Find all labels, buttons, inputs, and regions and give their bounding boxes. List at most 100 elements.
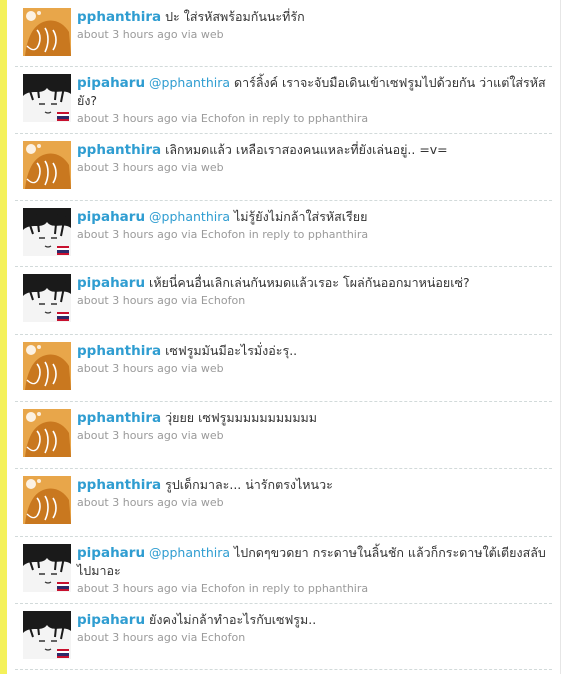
user-avatar[interactable] bbox=[23, 8, 71, 56]
orange-character-avatar-icon bbox=[23, 8, 71, 56]
tweet-text: ดาร์ลิ้งค์ เราจะจับมือเดินเข้าเซฟรูมไปด้… bbox=[77, 75, 546, 108]
tweet-text: ยังคงไม่กล้าทำอะไรกับเซฟรูม.. bbox=[149, 612, 317, 627]
tweet-item: pipaharu เห้ยนี่คนอื่นเลิกเล่นกันหมดแล้ว… bbox=[15, 266, 552, 335]
tweet-meta: about 3 hours ago via web bbox=[77, 495, 547, 511]
tweet-text-line: pphanthira เซฟรูมมันมีอะไรมั่งอ่ะรุ.. bbox=[77, 342, 547, 360]
tweet-text-line: pipaharu เห้ยนี่คนอื่นเลิกเล่นกันหมดแล้ว… bbox=[77, 274, 547, 292]
tweet-text-line: pipaharu @pphanthira ไปกดๆขวดยา กระดาษใน… bbox=[77, 544, 547, 580]
user-avatar[interactable] bbox=[23, 274, 71, 322]
tweet-meta: about 3 hours ago via web bbox=[77, 27, 547, 43]
tweet-text: รูปเด็กมาละ... น่ารักตรงไหนวะ bbox=[165, 477, 333, 492]
timestamp-link[interactable]: about 3 hours ago bbox=[77, 112, 178, 125]
orange-character-avatar-icon bbox=[23, 409, 71, 457]
timestamp-link[interactable]: about 3 hours ago bbox=[77, 496, 178, 509]
via-label: via bbox=[181, 582, 198, 595]
timestamp-link[interactable]: about 3 hours ago bbox=[77, 631, 178, 644]
screen-name-link[interactable]: pipaharu bbox=[77, 209, 145, 225]
orange-character-avatar-icon bbox=[23, 476, 71, 524]
source-link[interactable]: Echofon bbox=[201, 582, 245, 595]
sketch-face-avatar-icon bbox=[23, 74, 71, 122]
screen-name-link[interactable]: pipaharu bbox=[77, 275, 145, 291]
user-avatar[interactable] bbox=[23, 544, 71, 592]
tweet-text: วุ่ยยย เซฟรูมมมมมมมมมมม bbox=[165, 410, 318, 425]
sketch-face-avatar-icon bbox=[23, 208, 71, 256]
screen-name-link[interactable]: pphanthira bbox=[77, 410, 161, 426]
tweet-content: pphanthira วุ่ยยย เซฟรูมมมมมมมมมมม about… bbox=[77, 409, 547, 444]
tweet-content: pipaharu ยังคงไม่กล้าทำอะไรกับเซฟรูม.. a… bbox=[77, 611, 547, 646]
via-label: via bbox=[181, 429, 198, 442]
user-avatar[interactable] bbox=[23, 208, 71, 256]
source-link[interactable]: web bbox=[201, 496, 224, 509]
sketch-face-avatar-icon bbox=[23, 274, 71, 322]
screen-name-link[interactable]: pphanthira bbox=[77, 142, 161, 158]
screen-name-link[interactable]: pphanthira bbox=[77, 477, 161, 493]
timestamp-link[interactable]: about 3 hours ago bbox=[77, 228, 178, 241]
screen-name-link[interactable]: pipaharu bbox=[77, 545, 145, 561]
tweet-text: ไปกดๆขวดยา กระดาษในลิ้นชัก แล้วก็กระดาษใ… bbox=[77, 545, 546, 578]
via-label: via bbox=[181, 228, 198, 241]
screen-name-link[interactable]: pphanthira bbox=[77, 343, 161, 359]
in-reply-to-link[interactable]: pphanthira bbox=[308, 112, 368, 125]
source-link[interactable]: web bbox=[201, 362, 224, 375]
timestamp-link[interactable]: about 3 hours ago bbox=[77, 161, 178, 174]
tweet-item: pphanthira ปะ ใส่รหัสพร้อมกันนะที่รัก ab… bbox=[15, 0, 552, 67]
tweet-item: pphanthira เซฟรูมมันมีอะไรมั่งอ่ะรุ.. ab… bbox=[15, 334, 552, 402]
tweet-content: pphanthira รูปเด็กมาละ... น่ารักตรงไหนวะ… bbox=[77, 476, 547, 511]
timestamp-link[interactable]: about 3 hours ago bbox=[77, 582, 178, 595]
tweet-item: pipaharu @pphanthira ดาร์ลิ้งค์ เราจะจับ… bbox=[15, 66, 552, 134]
tweet-text-line: pphanthira ปะ ใส่รหัสพร้อมกันนะที่รัก bbox=[77, 8, 547, 26]
source-link[interactable]: web bbox=[201, 161, 224, 174]
user-avatar[interactable] bbox=[23, 476, 71, 524]
tweet-text: เลิกหมดแล้ว เหลือเราสองคนแหละที่ยังเล่นอ… bbox=[165, 142, 448, 157]
in-reply-to-link[interactable]: pphanthira bbox=[308, 582, 368, 595]
screen-name-link[interactable]: pipaharu bbox=[77, 75, 145, 91]
timestamp-link[interactable]: about 3 hours ago bbox=[77, 362, 178, 375]
page-side-accent bbox=[0, 0, 7, 674]
tweet-text-line: pphanthira รูปเด็กมาละ... น่ารักตรงไหนวะ bbox=[77, 476, 547, 494]
via-label: via bbox=[181, 362, 198, 375]
tweet-item: pphanthira รูปเด็กมาละ... น่ารักตรงไหนวะ… bbox=[15, 468, 552, 537]
tweet-item: pipaharu @pphanthira ไม่รู้ยังไม่กล้าใส่… bbox=[15, 200, 552, 267]
tweet-meta: about 3 hours ago via web bbox=[77, 361, 547, 377]
user-avatar[interactable] bbox=[23, 141, 71, 189]
user-avatar[interactable] bbox=[23, 342, 71, 390]
source-link[interactable]: Echofon bbox=[201, 294, 245, 307]
source-link[interactable]: Echofon bbox=[201, 631, 245, 644]
mention-link[interactable]: @pphanthira bbox=[149, 545, 230, 560]
screen-name-link[interactable]: pipaharu bbox=[77, 612, 145, 628]
tweet-text-line: pipaharu @pphanthira ดาร์ลิ้งค์ เราจะจับ… bbox=[77, 74, 547, 110]
user-avatar[interactable] bbox=[23, 409, 71, 457]
timestamp-link[interactable]: about 3 hours ago bbox=[77, 429, 178, 442]
user-avatar[interactable] bbox=[23, 611, 71, 659]
via-label: via bbox=[181, 294, 198, 307]
source-link[interactable]: Echofon bbox=[201, 112, 245, 125]
tweet-meta: about 3 hours ago via Echofon in reply t… bbox=[77, 227, 547, 243]
source-link[interactable]: web bbox=[201, 28, 224, 41]
tweet-text: ปะ ใส่รหัสพร้อมกันนะที่รัก bbox=[165, 9, 305, 24]
mention-link[interactable]: @pphanthira bbox=[149, 209, 230, 224]
tweet-text: เห้ยนี่คนอื่นเลิกเล่นกันหมดแล้วเรอะ โผล่… bbox=[149, 275, 470, 290]
via-label: via bbox=[181, 28, 198, 41]
tweet-content: pphanthira เลิกหมดแล้ว เหลือเราสองคนแหละ… bbox=[77, 141, 547, 176]
timestamp-link[interactable]: about 3 hours ago bbox=[77, 28, 178, 41]
tweet-meta: about 3 hours ago via Echofon in reply t… bbox=[77, 581, 547, 597]
tweet-meta: about 3 hours ago via web bbox=[77, 160, 547, 176]
orange-character-avatar-icon bbox=[23, 342, 71, 390]
orange-character-avatar-icon bbox=[23, 141, 71, 189]
source-link[interactable]: Echofon bbox=[201, 228, 245, 241]
tweet-item: pipaharu ยังคงไม่กล้าทำอะไรกับเซฟรูม.. a… bbox=[15, 603, 552, 670]
sketch-face-avatar-icon bbox=[23, 544, 71, 592]
mention-link[interactable]: @pphanthira bbox=[149, 75, 230, 90]
via-label: via bbox=[181, 112, 198, 125]
tweet-item: pipaharu @pphanthira ไปกดๆขวดยา กระดาษใน… bbox=[15, 536, 552, 604]
reply-prefix: in reply to bbox=[248, 112, 305, 125]
tweet-text-line: pipaharu @pphanthira ไม่รู้ยังไม่กล้าใส่… bbox=[77, 208, 547, 226]
source-link[interactable]: web bbox=[201, 429, 224, 442]
screen-name-link[interactable]: pphanthira bbox=[77, 9, 161, 25]
user-avatar[interactable] bbox=[23, 74, 71, 122]
sketch-face-avatar-icon bbox=[23, 611, 71, 659]
tweet-content: pphanthira เซฟรูมมันมีอะไรมั่งอ่ะรุ.. ab… bbox=[77, 342, 547, 377]
tweet-item: pphanthira เลิกหมดแล้ว เหลือเราสองคนแหละ… bbox=[15, 133, 552, 201]
in-reply-to-link[interactable]: pphanthira bbox=[308, 228, 368, 241]
timestamp-link[interactable]: about 3 hours ago bbox=[77, 294, 178, 307]
